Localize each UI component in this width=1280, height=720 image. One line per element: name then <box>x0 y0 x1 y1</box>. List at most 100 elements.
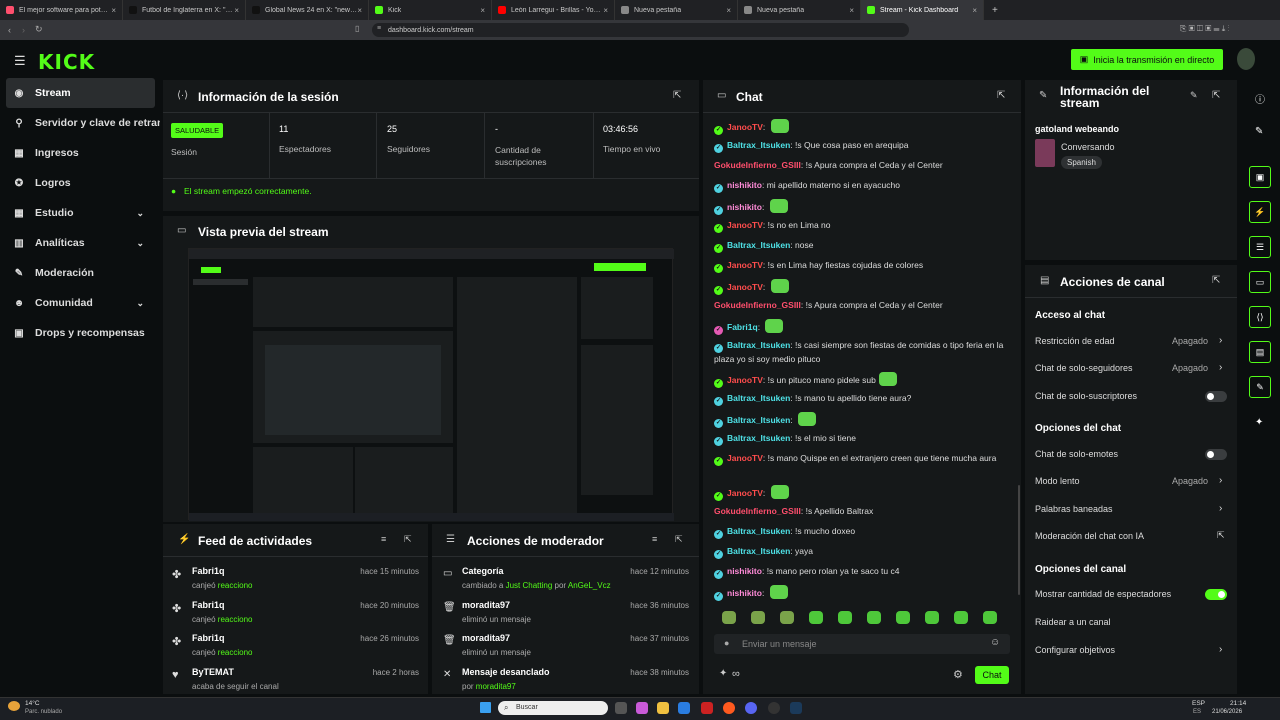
pencil-icon[interactable]: ✎ <box>1255 126 1263 137</box>
browser-tab[interactable]: Nueva pestaña × <box>615 0 738 20</box>
discord-icon[interactable] <box>745 702 757 714</box>
share-icon[interactable]: ✦ <box>1255 417 1263 428</box>
channel-action-label[interactable]: Moderación del chat con IA <box>1035 531 1144 541</box>
chat-input[interactable]: ● Enviar un mensaje ☺ <box>714 634 1010 654</box>
channel-action-label[interactable]: Chat de solo-emotes <box>1035 449 1118 459</box>
close-icon[interactable]: × <box>603 6 608 15</box>
store-icon[interactable] <box>678 702 690 714</box>
close-icon[interactable]: × <box>480 6 485 15</box>
rail-button-chat[interactable]: ▣ <box>1249 166 1271 188</box>
channel-action-label[interactable]: Restricción de edad <box>1035 336 1115 346</box>
infinity-label[interactable]: ∞ <box>732 668 740 680</box>
reload-icon[interactable]: ↻ <box>35 24 43 35</box>
emote-icon[interactable] <box>780 611 794 624</box>
emote-icon[interactable] <box>925 611 939 624</box>
browser-tab[interactable]: Global News 24 en X: "new Prostitut...× <box>246 0 369 20</box>
chat-username[interactable]: Baltrax_Itsuken <box>727 415 790 425</box>
chat-username[interactable]: Baltrax_Itsuken <box>727 140 790 150</box>
external-link-icon[interactable]: ⇱ <box>1217 530 1225 541</box>
filter-icon[interactable]: ≡ <box>381 534 386 544</box>
browser-tab[interactable]: Stream - Kick Dashboard × <box>861 0 984 20</box>
windows-start-icon[interactable] <box>480 702 491 713</box>
avatar[interactable] <box>1237 48 1255 70</box>
sidebar-item-3[interactable]: ✪ Logros <box>0 168 160 198</box>
chat-username[interactable]: nishikito <box>727 202 762 212</box>
url-field[interactable]: ≡ dashboard.kick.com/stream <box>372 23 909 37</box>
sidebar-item-8[interactable]: ▣ Drops y recompensas <box>0 318 160 348</box>
obs-icon[interactable] <box>768 702 780 714</box>
rail-button-list[interactable]: ☰ <box>1249 236 1271 258</box>
close-icon[interactable]: × <box>726 6 731 15</box>
brave-browser-icon[interactable] <box>723 702 735 714</box>
emote-icon[interactable] <box>722 611 736 624</box>
close-icon[interactable]: × <box>849 6 854 15</box>
sidebar-item-6[interactable]: ✎ Moderación <box>0 258 160 288</box>
emote-icon[interactable] <box>751 611 765 624</box>
chat-username[interactable]: JanooTV <box>727 375 763 385</box>
drag-handle-icon[interactable]: ⟨·⟩ <box>177 90 188 101</box>
expand-icon[interactable]: ⇱ <box>1212 275 1220 286</box>
sidebar-item-0[interactable]: ◉ Stream <box>6 78 155 108</box>
close-icon[interactable]: × <box>111 6 116 15</box>
app-icon[interactable] <box>701 702 713 714</box>
emote-icon[interactable] <box>954 611 968 624</box>
site-info-icon[interactable]: ≡ <box>377 25 381 32</box>
browser-tab[interactable]: León Larregui - Brillas - YouTube × <box>492 0 615 20</box>
chat-username[interactable]: Fabri1q <box>727 322 758 332</box>
expand-icon[interactable]: ⇱ <box>673 90 681 101</box>
channel-action-label[interactable]: Mostrar cantidad de espectadores <box>1035 589 1171 599</box>
browser-tab[interactable]: Nueva pestaña × <box>738 0 861 20</box>
toggle-switch[interactable] <box>1205 391 1227 402</box>
chat-username[interactable]: Baltrax_Itsuken <box>727 340 790 350</box>
chevron-right-icon[interactable]: › <box>1219 362 1222 373</box>
edit-icon[interactable]: ✎ <box>1190 90 1198 101</box>
browser-tab[interactable]: El mejor software para potenciar tu c...… <box>0 0 123 20</box>
browser-tab[interactable]: Kick × <box>369 0 492 20</box>
rail-button-server[interactable]: ▤ <box>1249 341 1271 363</box>
emote-icon[interactable] <box>867 611 881 624</box>
browser-tab[interactable]: Futbol de Inglaterra en X: "Al... × <box>123 0 246 20</box>
chat-username[interactable]: JanooTV <box>727 488 763 498</box>
app-icon[interactable] <box>636 702 648 714</box>
close-icon[interactable]: × <box>234 6 239 15</box>
chat-username[interactable]: JanooTV <box>727 260 763 270</box>
chat-username[interactable]: nishikito <box>727 588 762 598</box>
sidebar-item-7[interactable]: ☻ Comunidad ⌄ <box>0 288 160 318</box>
back-icon[interactable]: ‹ <box>8 25 11 35</box>
sparkle-icon[interactable]: ✦ <box>719 668 727 679</box>
forward-icon[interactable]: › <box>22 25 25 35</box>
sidebar-item-1[interactable]: ⚲ Servidor y clave de retran <box>0 108 160 138</box>
weather-icon[interactable] <box>8 701 20 711</box>
chevron-right-icon[interactable]: › <box>1219 503 1222 514</box>
chat-settings-icon[interactable]: ⚙ <box>953 668 963 681</box>
send-chat-button[interactable]: Chat <box>975 666 1009 684</box>
menu-icon[interactable]: ☰ <box>14 53 26 69</box>
emoji-icon[interactable]: ☺ <box>990 637 1000 648</box>
chat-username[interactable]: Baltrax_Itsuken <box>727 240 790 250</box>
channel-action-label[interactable]: Modo lento <box>1035 476 1080 486</box>
chat-username[interactable]: JanooTV <box>727 282 763 292</box>
sidebar-item-5[interactable]: ▥ Analíticas ⌄ <box>0 228 160 258</box>
bookmark-icon[interactable]: ▯ <box>355 24 359 33</box>
file-explorer-icon[interactable] <box>657 702 669 714</box>
chat-username[interactable]: Baltrax_Itsuken <box>727 526 790 536</box>
task-view-icon[interactable] <box>615 702 627 714</box>
rail-button-embed[interactable]: ⟨⟩ <box>1249 306 1271 328</box>
chat-username[interactable]: GokudeInfierno_GSIII <box>714 506 801 516</box>
kick-logo[interactable]: KICK <box>38 50 95 74</box>
channel-action-label[interactable]: Raidear a un canal <box>1035 617 1111 627</box>
filter-icon[interactable]: ≡ <box>652 534 657 544</box>
expand-icon[interactable]: ⇱ <box>404 534 412 545</box>
input-language[interactable]: ESP <box>1192 700 1205 707</box>
rail-button-message[interactable]: ▭ <box>1249 271 1271 293</box>
chat-username[interactable]: JanooTV <box>727 220 763 230</box>
rail-button-bolt[interactable]: ⚡ <box>1249 201 1271 223</box>
emote-icon[interactable] <box>838 611 852 624</box>
chevron-right-icon[interactable]: › <box>1219 644 1222 655</box>
go-live-button[interactable]: ▣ Inicia la transmisión en directo <box>1071 49 1223 70</box>
browser-toolbar-icons[interactable]: ⎘ ▣ ◫ ▣ ☰ ⤓ ⋮ <box>1180 24 1230 34</box>
close-icon[interactable]: × <box>357 6 362 15</box>
chat-username[interactable]: JanooTV <box>727 453 763 463</box>
info-icon[interactable]: ⓘ <box>1255 91 1265 106</box>
stream-preview-video[interactable] <box>188 248 674 521</box>
